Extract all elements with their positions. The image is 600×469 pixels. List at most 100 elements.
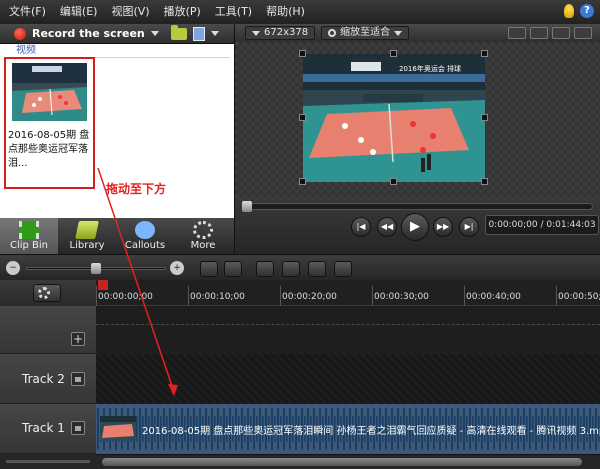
record-toolbar: Record the screen bbox=[0, 24, 234, 44]
resize-handle[interactable] bbox=[481, 50, 488, 57]
dimension-dropdown[interactable]: 672x378 bbox=[245, 26, 316, 40]
add-track-button[interactable]: + bbox=[71, 332, 85, 346]
menu-edit[interactable]: 编辑(E) bbox=[55, 0, 107, 24]
lock-icon[interactable] bbox=[71, 421, 85, 435]
scrubber-knob[interactable] bbox=[242, 201, 252, 212]
track-header-2[interactable]: Track 2 bbox=[0, 354, 96, 404]
zoom-slider-knob[interactable] bbox=[91, 263, 101, 274]
chevron-down-icon bbox=[252, 30, 260, 36]
time-ruler[interactable]: 00:00:00;00 00:00:10;00 00:00:20;00 00:0… bbox=[96, 280, 600, 306]
media-icon[interactable] bbox=[192, 26, 205, 41]
dimension-value: 672x378 bbox=[264, 27, 309, 38]
menu-file[interactable]: 文件(F) bbox=[4, 0, 55, 24]
undo-button[interactable] bbox=[200, 261, 218, 277]
record-screen-button[interactable]: Record the screen bbox=[32, 27, 145, 40]
chevron-down-icon[interactable] bbox=[150, 31, 159, 36]
tab-more[interactable]: More bbox=[174, 218, 232, 254]
resize-handle[interactable] bbox=[390, 178, 397, 185]
lightbulb-icon[interactable] bbox=[564, 4, 574, 18]
import-folder-icon[interactable] bbox=[170, 24, 187, 40]
tab-callouts[interactable]: Callouts bbox=[116, 218, 174, 254]
bin-tabs: Clip Bin Library Callouts More bbox=[0, 218, 234, 254]
transport-controls: |◀ ◀◀ ▶ ▶▶ ▶| 0:00:00;00 / 0:01:44:03 bbox=[235, 197, 600, 254]
crop-icon[interactable] bbox=[508, 27, 526, 39]
menu-play[interactable]: 播放(P) bbox=[159, 0, 210, 24]
ruler-tick bbox=[188, 286, 189, 306]
tab-library[interactable]: Library bbox=[58, 218, 116, 254]
track-area: 2016-08-05期 盘点那些奥运冠军落泪瞬间 孙杨王者之泪霸气回应质疑 - … bbox=[96, 306, 600, 469]
ruler-tick-label: 00:00:10;00 bbox=[190, 292, 245, 302]
track-header-1[interactable]: Track 1 bbox=[0, 404, 96, 454]
menu-view[interactable]: 视图(V) bbox=[106, 0, 158, 24]
resize-handle[interactable] bbox=[299, 178, 306, 185]
resize-handle[interactable] bbox=[481, 178, 488, 185]
video-banner: 2016年奥运会 排球 bbox=[399, 64, 461, 73]
resize-handle[interactable] bbox=[390, 50, 397, 57]
ruler-tick-label: 00:00:00;00 bbox=[98, 292, 153, 302]
menu-help[interactable]: 帮助(H) bbox=[261, 0, 314, 24]
ruler-tick bbox=[372, 286, 373, 306]
jump-start-button[interactable]: |◀ bbox=[351, 217, 371, 237]
rewind-button[interactable]: ◀◀ bbox=[377, 217, 397, 237]
zoom-slider[interactable] bbox=[26, 263, 166, 274]
slider-bar bbox=[6, 460, 90, 463]
tab-clip-bin[interactable]: Clip Bin bbox=[0, 218, 58, 254]
resize-handle[interactable] bbox=[481, 114, 488, 121]
split-button[interactable] bbox=[282, 261, 300, 277]
zoom-mode-value: 缩放至适合 bbox=[340, 27, 391, 38]
fast-forward-button[interactable]: ▶▶ bbox=[433, 217, 453, 237]
more-icon bbox=[193, 221, 213, 239]
ruler-tick-label: 00:00:20;00 bbox=[282, 292, 337, 302]
chevron-down-icon[interactable] bbox=[210, 31, 219, 36]
add-track-row: + bbox=[0, 306, 96, 354]
track-2-lane[interactable] bbox=[96, 354, 600, 404]
preview-panel: 672x378 缩放至适合 2016年奥运会 排球 |◀ ◀◀ ▶ ▶▶ ▶| … bbox=[234, 24, 600, 254]
tab-label: Clip Bin bbox=[9, 240, 49, 251]
record-icon[interactable] bbox=[14, 27, 26, 40]
hand-pan-icon[interactable] bbox=[530, 27, 548, 39]
playhead[interactable] bbox=[98, 280, 108, 290]
help-icon[interactable]: ? bbox=[580, 4, 594, 18]
tab-label: Library bbox=[69, 240, 105, 251]
ruler-tick bbox=[280, 286, 281, 306]
zoom-out-icon[interactable]: − bbox=[6, 261, 20, 275]
ruler-tick-label: 00:00:50;00 bbox=[558, 292, 600, 302]
video-frame[interactable]: 2016年奥运会 排球 bbox=[303, 54, 485, 182]
track-headers: + Track 2 Track 1 bbox=[0, 306, 96, 469]
ruler-tick-label: 00:00:40;00 bbox=[466, 292, 521, 302]
track-name: Track 1 bbox=[22, 421, 65, 435]
resize-handle[interactable] bbox=[299, 50, 306, 57]
timeline-header bbox=[0, 280, 96, 306]
zoom-mode-dropdown[interactable]: 缩放至适合 bbox=[321, 26, 410, 40]
clip-filename: 2016-08-05期 盘点那些奥运冠军落泪瞬间 孙杨王者之泪霸气回应质疑 - … bbox=[142, 426, 600, 437]
clip-card[interactable]: 2016-08-05期 盘点那些奥运冠军落泪... bbox=[4, 57, 95, 189]
tab-label: More bbox=[190, 240, 216, 251]
scrollbar-thumb[interactable] bbox=[102, 458, 582, 466]
timecode-display: 0:00:00;00 / 0:01:44:03 bbox=[485, 215, 599, 235]
ruler-tick bbox=[556, 286, 557, 306]
paste-button[interactable] bbox=[334, 261, 352, 277]
clip-caption: 2016-08-05期 盘点那些奥运冠军落泪... bbox=[8, 130, 90, 169]
gear-icon bbox=[38, 287, 50, 299]
copy-button[interactable] bbox=[308, 261, 326, 277]
preview-toolbar: 672x378 缩放至适合 bbox=[235, 24, 600, 42]
menu-tools[interactable]: 工具(T) bbox=[210, 0, 261, 24]
gear-button[interactable] bbox=[33, 284, 61, 302]
lock-icon[interactable] bbox=[71, 372, 85, 386]
cut-button[interactable] bbox=[256, 261, 274, 277]
search-icon bbox=[328, 29, 337, 37]
track-height-slider[interactable] bbox=[0, 454, 96, 469]
play-button[interactable]: ▶ bbox=[401, 213, 429, 241]
timeline-clip[interactable]: 2016-08-05期 盘点那些奥运冠军落泪瞬间 孙杨王者之泪霸气回应质疑 - … bbox=[96, 404, 600, 454]
horizontal-scrollbar[interactable] bbox=[96, 454, 600, 469]
resize-handle[interactable] bbox=[299, 114, 306, 121]
chevron-down-icon bbox=[394, 30, 403, 36]
redo-button[interactable] bbox=[224, 261, 242, 277]
left-panel: Record the screen 视频 2016-08-05期 盘点那些奥运冠… bbox=[0, 24, 234, 254]
zoom-in-icon[interactable]: + bbox=[170, 261, 184, 275]
fit-icon[interactable] bbox=[552, 27, 570, 39]
jump-end-button[interactable]: ▶| bbox=[459, 217, 479, 237]
fullscreen-icon[interactable] bbox=[574, 27, 592, 39]
section-label: 视频 bbox=[4, 44, 230, 58]
playback-scrubber[interactable] bbox=[242, 201, 593, 212]
